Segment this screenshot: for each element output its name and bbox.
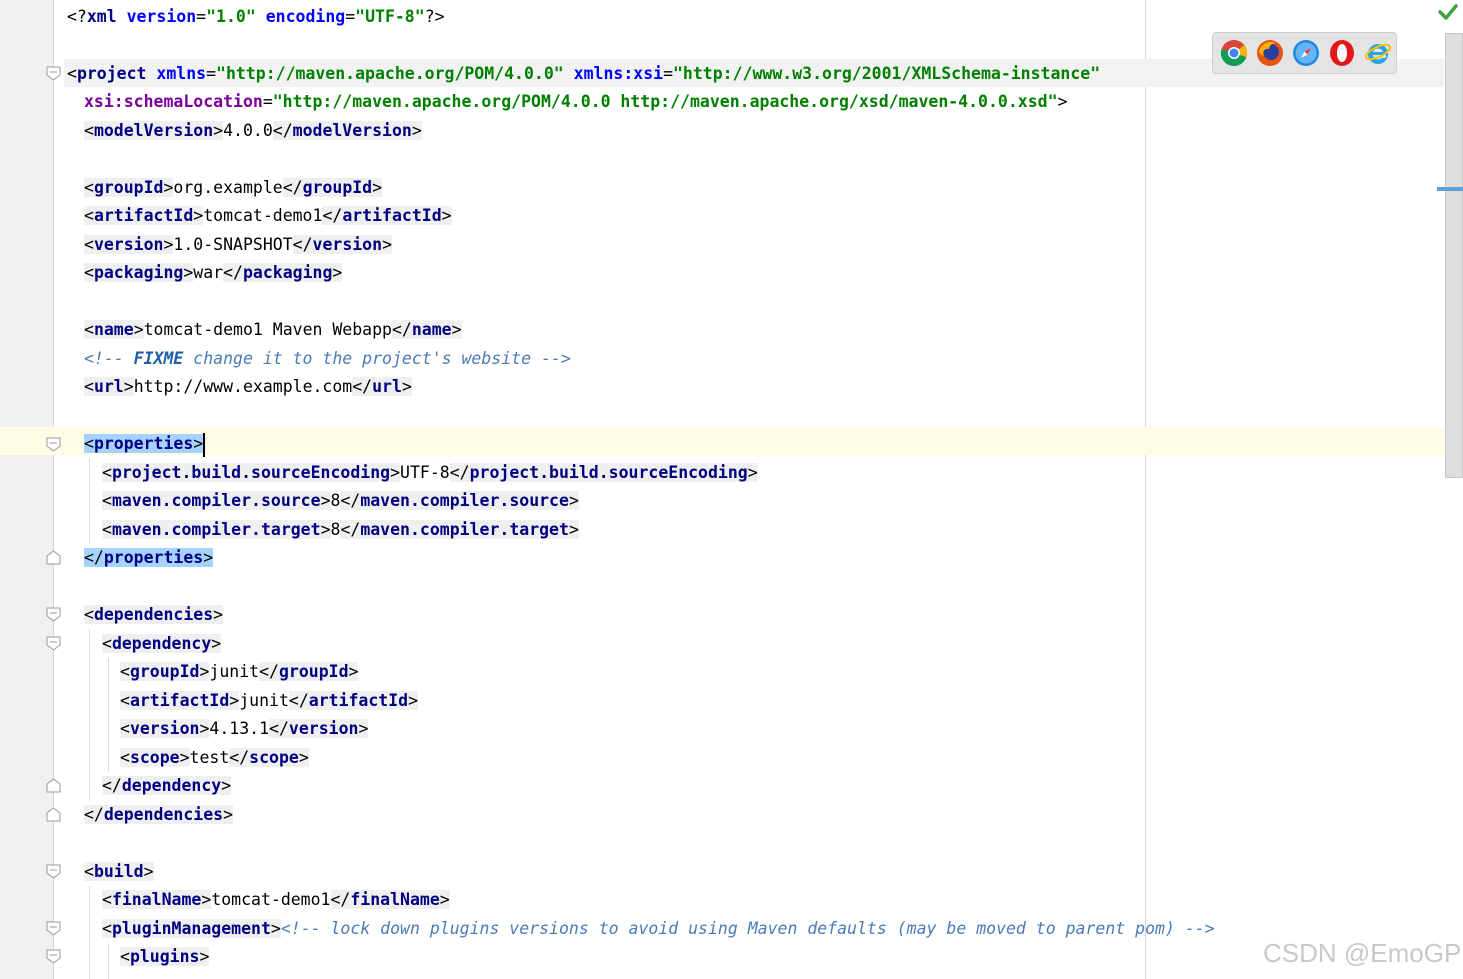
code-line-dependencies-open[interactable]: <dependencies> <box>84 601 224 629</box>
token: xmlns:xsi <box>573 64 664 83</box>
fold-collapse-icon[interactable] <box>45 606 62 623</box>
token: <? <box>67 7 87 26</box>
code-line-url[interactable]: <url>http://www.example.com</url> <box>84 373 412 401</box>
code-line-dependencies-close[interactable]: </dependencies> <box>84 801 234 829</box>
fold-end-icon[interactable] <box>45 777 62 794</box>
code-line-dependency-field[interactable]: <scope>test</scope> <box>120 744 309 772</box>
code-area[interactable]: <?xml version="1.0" encoding="UTF-8"?> <… <box>0 0 1444 979</box>
token: "UTF-8" <box>355 7 425 26</box>
token: "http://maven.apache.org/POM/4.0.0" <box>216 64 564 83</box>
open-in-browser-bar <box>1212 32 1397 74</box>
fold-collapse-icon[interactable] <box>45 65 62 82</box>
chrome-icon[interactable] <box>1220 39 1248 67</box>
token: xmlns <box>156 64 207 83</box>
code-line-xml-declaration[interactable]: <?xml version="1.0" encoding="UTF-8"?> <box>67 3 445 31</box>
code-line-artifact-id[interactable]: <artifactId>tomcat-demo1</artifactId> <box>84 202 452 230</box>
code-line-final-name[interactable]: <finalName>tomcat-demo1</finalName> <box>102 886 450 914</box>
code-line-properties-open[interactable]: <properties> <box>84 430 206 458</box>
code-line-dependency-open[interactable]: <dependency> <box>102 630 222 658</box>
code-line-model-version[interactable]: <modelVersion>4.0.0</modelVersion> <box>84 117 422 145</box>
internet-explorer-icon[interactable] <box>1364 39 1392 67</box>
fold-end-icon[interactable] <box>45 806 62 823</box>
token: xsi:schemaLocation <box>84 92 263 111</box>
code-line-version[interactable]: <version>1.0-SNAPSHOT</version> <box>84 231 392 259</box>
code-line-name[interactable]: <name>tomcat-demo1 Maven Webapp</name> <box>84 316 462 344</box>
firefox-icon[interactable] <box>1256 39 1284 67</box>
code-line-plugins-open[interactable]: <plugins> <box>120 943 210 971</box>
fold-collapse-icon[interactable] <box>45 635 62 652</box>
code-line-dependency-field[interactable]: <version>4.13.1</version> <box>120 715 369 743</box>
vertical-scrollbar[interactable] <box>1445 33 1463 478</box>
text-caret <box>203 432 206 457</box>
code-line-property[interactable]: <maven.compiler.source>8</maven.compiler… <box>102 487 579 515</box>
code-line-schema-location[interactable]: xsi:schemaLocation="http://maven.apache.… <box>84 88 1067 116</box>
code-line-properties-close[interactable]: </properties> <box>84 544 214 572</box>
code-line-group-id[interactable]: <groupId>org.example</groupId> <box>84 174 383 202</box>
code-line-fixme-comment[interactable]: <!-- FIXME change it to the project's we… <box>84 345 571 373</box>
code-line-property[interactable]: <maven.compiler.target>8</maven.compiler… <box>102 516 579 544</box>
caret-line-highlight <box>0 427 1444 455</box>
opera-icon[interactable] <box>1328 39 1356 67</box>
scrollbar-marker[interactable] <box>1437 187 1463 191</box>
code-line-dependency-field[interactable]: <artifactId>junit</artifactId> <box>120 687 419 715</box>
watermark: CSDN @EmoGP <box>1263 938 1462 968</box>
fold-collapse-icon[interactable] <box>45 863 62 880</box>
checkmark-icon[interactable] <box>1438 3 1458 21</box>
code-editor[interactable]: <?xml version="1.0" encoding="UTF-8"?> <… <box>0 0 1463 979</box>
fold-end-icon[interactable] <box>45 549 62 566</box>
token: encoding <box>265 7 346 26</box>
token: "1.0" <box>206 7 256 26</box>
indent-guide <box>108 943 109 979</box>
code-line-dependency-close[interactable]: </dependency> <box>102 772 232 800</box>
safari-icon[interactable] <box>1292 39 1320 67</box>
fold-collapse-icon[interactable] <box>45 436 62 453</box>
code-line-project-open[interactable]: <project xmlns="http://maven.apache.org/… <box>67 60 1100 88</box>
code-line-packaging[interactable]: <packaging>war</packaging> <box>84 259 343 287</box>
fold-collapse-icon[interactable] <box>45 920 62 937</box>
token: xml <box>86 7 117 26</box>
token: "http://maven.apache.org/POM/4.0.0 http:… <box>272 92 1058 111</box>
indent-guide <box>89 886 90 979</box>
indent-guide <box>89 629 90 801</box>
code-line-plugin-management[interactable]: <pluginManagement><!-- lock down plugins… <box>102 915 1215 943</box>
token: "http://www.w3.org/2001/XMLSchema-instan… <box>673 64 1101 83</box>
token: project <box>76 64 147 83</box>
fold-collapse-icon[interactable] <box>45 948 62 965</box>
code-line-build-open[interactable]: <build> <box>84 858 154 886</box>
token: version <box>126 7 197 26</box>
indent-guide <box>89 458 90 544</box>
code-line-dependency-field[interactable]: <groupId>junit</groupId> <box>120 658 359 686</box>
token: ?> <box>424 7 445 26</box>
code-line-property[interactable]: <project.build.sourceEncoding>UTF-8</pro… <box>102 459 758 487</box>
indent-guide <box>108 658 109 772</box>
